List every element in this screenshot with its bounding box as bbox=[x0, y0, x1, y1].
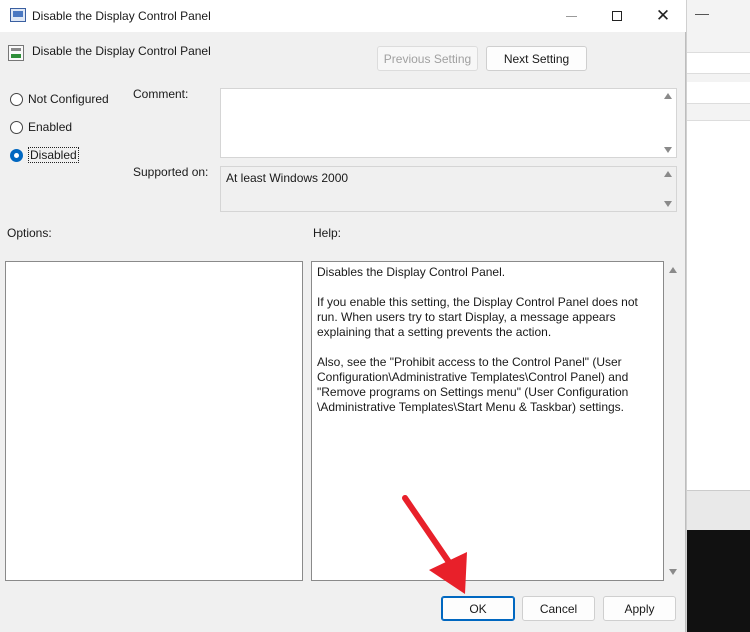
background-panel bbox=[687, 120, 750, 490]
scroll-down-icon[interactable] bbox=[668, 569, 677, 575]
policy-setting-icon bbox=[8, 45, 24, 61]
options-label: Options: bbox=[7, 226, 52, 240]
scroll-down-icon[interactable] bbox=[663, 201, 672, 207]
help-paragraph: Also, see the "Prohibit access to the Co… bbox=[317, 355, 629, 414]
ok-button[interactable]: OK bbox=[441, 596, 515, 621]
apply-button[interactable]: Apply bbox=[603, 596, 676, 621]
background-window bbox=[686, 0, 750, 632]
radio-button-icon bbox=[10, 92, 23, 106]
comment-textarea[interactable] bbox=[220, 88, 677, 158]
options-panel bbox=[5, 261, 303, 581]
background-minimize-icon bbox=[695, 14, 709, 15]
help-label: Help: bbox=[313, 226, 342, 240]
policy-name: Disable the Display Control Panel bbox=[32, 44, 211, 58]
red-arrow-annotation-icon bbox=[402, 495, 467, 594]
comment-scrollbar[interactable] bbox=[659, 89, 676, 157]
window-title: Disable the Display Control Panel bbox=[32, 9, 211, 23]
maximize-button[interactable] bbox=[594, 0, 640, 32]
scroll-up-icon[interactable] bbox=[663, 171, 672, 177]
radio-not-configured[interactable]: Not Configured bbox=[10, 90, 109, 108]
scroll-up-icon[interactable] bbox=[668, 267, 677, 273]
help-paragraph: If you enable this setting, the Display … bbox=[317, 295, 638, 339]
title-bar[interactable]: Disable the Display Control Panel ✕ bbox=[0, 0, 686, 32]
group-policy-app-icon bbox=[10, 8, 26, 22]
maximize-icon bbox=[612, 11, 622, 21]
radio-label: Enabled bbox=[28, 120, 73, 134]
background-dark-area bbox=[687, 530, 750, 632]
scroll-up-icon[interactable] bbox=[663, 93, 672, 99]
radio-disabled[interactable]: Disabled bbox=[10, 146, 79, 164]
background-footer bbox=[687, 490, 750, 530]
close-button[interactable]: ✕ bbox=[640, 0, 686, 32]
comment-label: Comment: bbox=[133, 87, 189, 101]
radio-label: Not Configured bbox=[28, 92, 109, 106]
help-panel: Disables the Display Control Panel. If y… bbox=[311, 261, 664, 581]
background-row bbox=[687, 82, 750, 104]
radio-selected-icon bbox=[10, 148, 23, 162]
minimize-icon bbox=[565, 15, 577, 17]
close-icon: ✕ bbox=[655, 6, 671, 25]
minimize-button[interactable] bbox=[548, 0, 594, 32]
policy-dialog: Disable the Display Control Panel ✕ Disa… bbox=[0, 0, 686, 632]
radio-button-icon bbox=[10, 120, 23, 134]
supported-scrollbar[interactable] bbox=[659, 167, 676, 211]
radio-label: Disabled bbox=[28, 147, 79, 163]
supported-on-field: At least Windows 2000 bbox=[220, 166, 677, 212]
previous-setting-button[interactable]: Previous Setting bbox=[377, 46, 478, 71]
cancel-button[interactable]: Cancel bbox=[522, 596, 595, 621]
background-row bbox=[687, 52, 750, 74]
scroll-down-icon[interactable] bbox=[663, 147, 672, 153]
help-paragraph: Disables the Display Control Panel. bbox=[317, 265, 506, 279]
help-scrollbar[interactable] bbox=[664, 261, 681, 581]
supported-on-value: At least Windows 2000 bbox=[226, 171, 349, 185]
radio-enabled[interactable]: Enabled bbox=[10, 118, 72, 136]
supported-on-label: Supported on: bbox=[133, 165, 209, 179]
next-setting-button[interactable]: Next Setting bbox=[486, 46, 587, 71]
